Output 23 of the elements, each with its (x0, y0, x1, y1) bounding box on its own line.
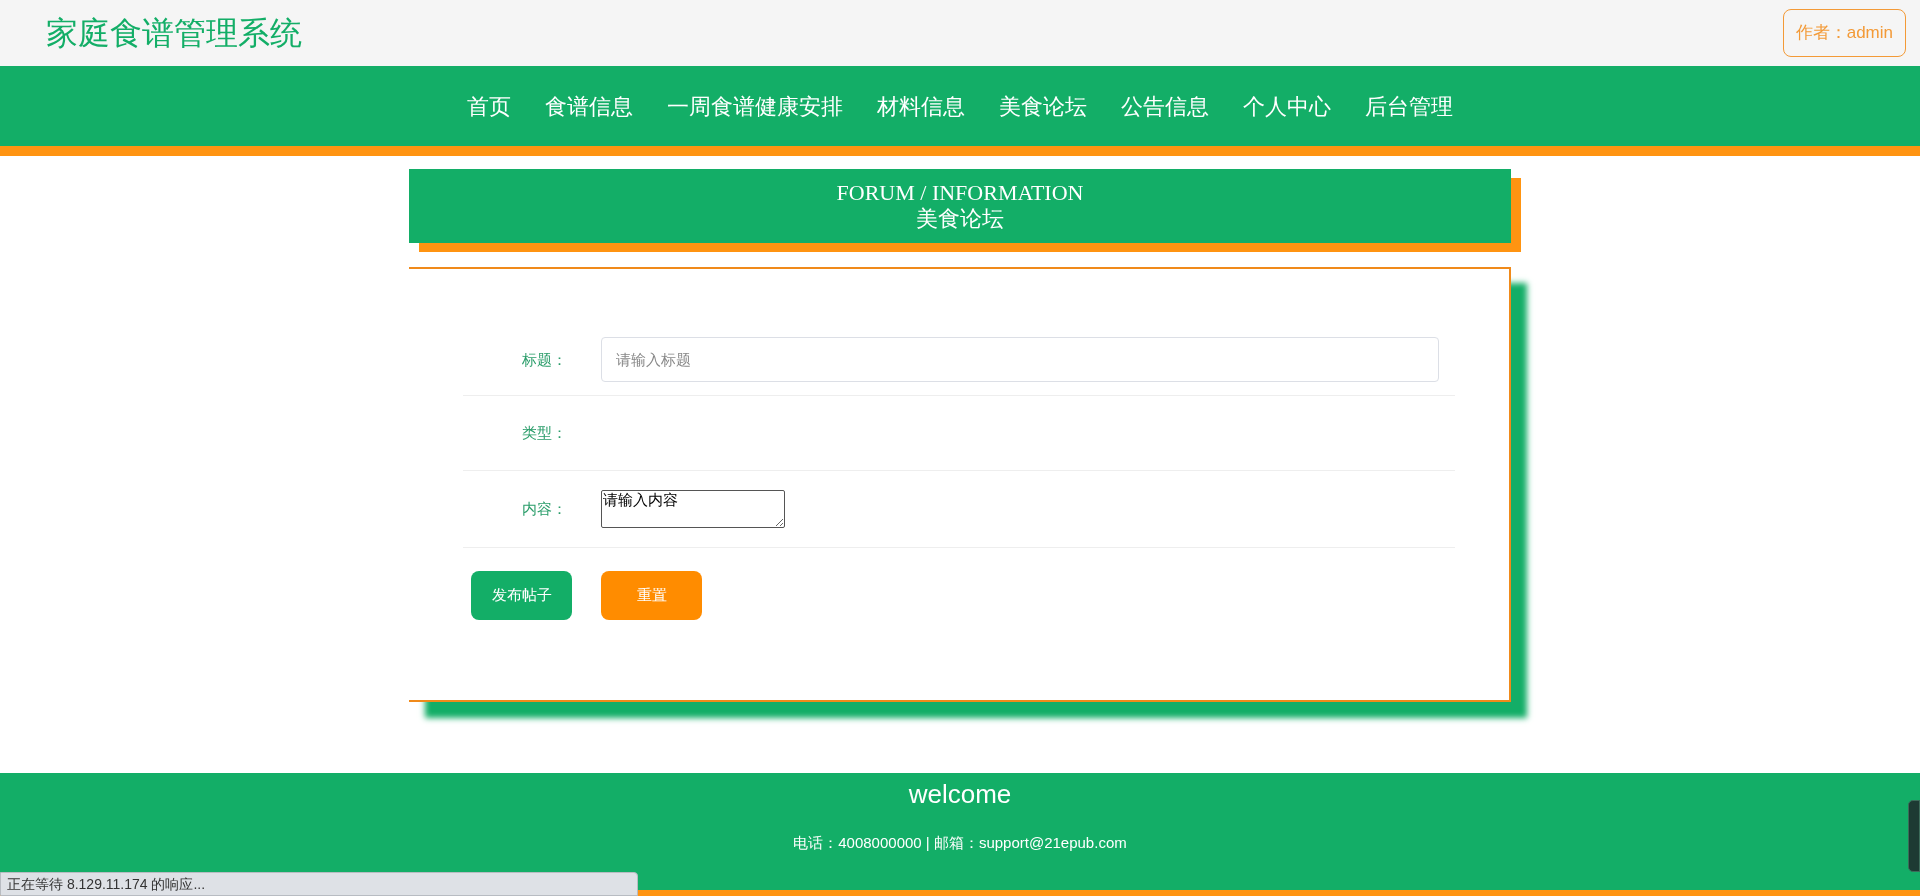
status-bar: 正在等待 8.129.11.174 的响应... (0, 872, 638, 896)
footer-contact: 电话：4008000000 | 邮箱：support@21epub.com (793, 833, 1127, 853)
nav-link[interactable]: 首页 (466, 89, 512, 123)
banner-title: 美食论坛 (916, 206, 1004, 232)
author-badge: 作者：admin (1782, 9, 1906, 57)
title-input[interactable]: 请输入标题 (601, 337, 1439, 382)
banner-subtitle: FORUM / INFORMATION (836, 180, 1084, 206)
reset-button[interactable]: 重置 (601, 571, 702, 620)
side-handle-icon[interactable] (1908, 800, 1920, 872)
field-label: 类型： (521, 422, 568, 443)
publish-button[interactable]: 发布帖子 (471, 571, 572, 620)
nav-link[interactable]: 食谱信息 (544, 89, 634, 123)
content-textarea[interactable]: 请输入内容 (601, 490, 785, 528)
field-label: 标题： (521, 350, 568, 370)
nav-link[interactable]: 个人中心 (1242, 89, 1332, 123)
site-title: 家庭食谱管理系统 (46, 14, 302, 53)
nav-link[interactable]: 美食论坛 (998, 89, 1088, 123)
nav-link[interactable]: 一周食谱健康安排 (666, 89, 844, 123)
field-label: 内容： (521, 498, 568, 519)
nav-link[interactable]: 材料信息 (876, 89, 966, 123)
nav-link[interactable]: 公告信息 (1120, 89, 1210, 123)
nav-link[interactable]: 后台管理 (1364, 89, 1454, 123)
footer-heading: welcome (908, 778, 1012, 811)
